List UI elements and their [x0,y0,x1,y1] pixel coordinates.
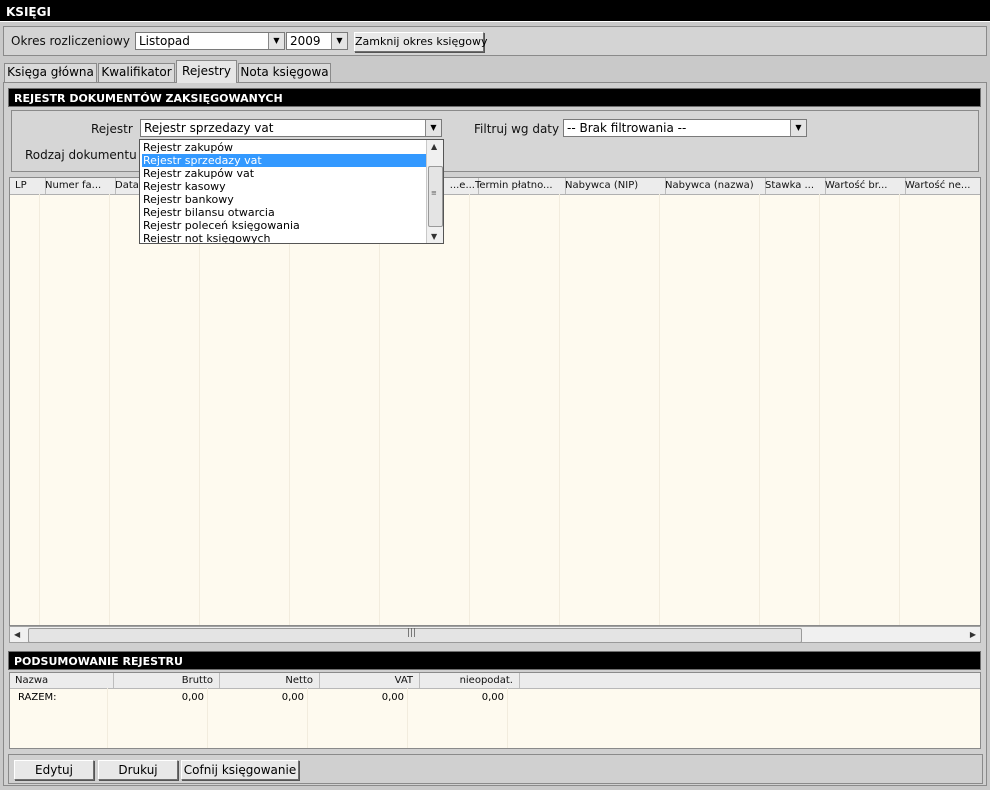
column-divider [289,194,290,625]
tab-nota-ksiegowa[interactable]: Nota księgowa [238,63,331,82]
column-header[interactable]: Numer fa... [40,178,116,194]
column-divider [759,194,760,625]
column-divider [109,194,110,625]
summary-vat: 0,00 [381,692,404,703]
column-divider [39,194,40,625]
arrow-down-icon[interactable]: ▼ [431,232,437,241]
column-header: VAT [308,673,420,688]
arrow-left-icon[interactable]: ◀ [14,630,20,639]
dropdown-option[interactable]: Rejestr poleceń księgowania [142,219,428,232]
tab-kwalifikator[interactable]: Kwalifikator [98,63,175,82]
date-filter-label: Filtruj wg daty [474,122,560,136]
register-select[interactable]: Rejestr sprzedazy vat ▼ [140,119,442,137]
column-header[interactable]: Wartość br... [820,178,906,194]
scroll-grip-icon: ||| [407,628,417,638]
scrollbar-thumb[interactable]: ||| [28,628,802,643]
column-header: nieopodat. [408,673,520,688]
arrow-right-icon[interactable]: ▶ [970,630,976,639]
dropdown-option[interactable]: Rejestr not księgowych [142,232,428,243]
summary-brutto: 0,00 [181,692,204,703]
summary-nieopodat: 0,00 [481,692,504,703]
table-row[interactable]: RAZEM: 0,00 0,00 0,00 0,00 [10,692,510,706]
summary-section-title: PODSUMOWANIE REJESTRU [8,651,981,670]
summary-table[interactable]: Nazwa Brutto Netto VAT nieopodat. RAZEM:… [9,672,981,749]
column-divider [659,194,660,625]
tab-rejestry[interactable]: Rejestry [176,60,237,83]
arrow-up-icon[interactable]: ▲ [431,142,437,151]
edit-button[interactable]: Edytuj [14,760,94,780]
column-divider [819,194,820,625]
register-label: Rejestr [91,122,133,136]
column-divider [899,194,900,625]
month-select[interactable]: Listopad ▼ [135,32,285,50]
register-table[interactable]: LP Numer fa... Data ...e... Termin płatn… [9,177,981,626]
column-header[interactable]: Termin płatno... [470,178,566,194]
register-dropdown-list[interactable]: Rejestr zakupów Rejestr sprzedazy vat Re… [139,139,444,244]
action-bar: Edytuj Drukuj Cofnij księgowanie [8,754,983,784]
dropdown-option[interactable]: Rejestr bankowy [142,193,428,206]
tab-ksiega-glowna[interactable]: Księga główna [4,63,97,82]
summary-table-header: Nazwa Brutto Netto VAT nieopodat. [10,673,980,689]
doc-type-label: Rodzaj dokumentu [25,148,137,162]
dropdown-option[interactable]: Rejestr bilansu otwarcia [142,206,428,219]
close-period-button[interactable]: Zamknij okres księgowy [354,32,487,52]
dropdown-option-selected[interactable]: Rejestr sprzedazy vat [142,154,428,167]
register-horizontal-scrollbar[interactable]: ◀ ||| ▶ [9,626,981,643]
summary-netto: 0,00 [281,692,304,703]
column-divider [199,194,200,625]
column-divider [469,194,470,625]
column-header[interactable]: Wartość ne... [900,178,987,194]
chevron-down-icon[interactable]: ▼ [790,120,806,136]
column-header: Nazwa [10,673,114,688]
chevron-down-icon[interactable]: ▼ [425,120,441,136]
chevron-down-icon[interactable]: ▼ [331,33,347,49]
unpost-button[interactable]: Cofnij księgowanie [181,760,299,780]
month-select-value: Listopad [139,34,190,48]
dropdown-vertical-scrollbar[interactable]: ▲ ≡ ▼ [426,140,443,243]
register-select-value: Rejestr sprzedazy vat [144,121,274,135]
column-divider [559,194,560,625]
app-title: KSIĘGI [0,0,990,22]
period-toolbar: Okres rozliczeniowy Listopad ▼ 2009 ▼ Za… [3,26,987,56]
year-select-value: 2009 [290,34,321,48]
dropdown-option[interactable]: Rejestr zakupów [142,141,428,154]
year-select[interactable]: 2009 ▼ [286,32,348,50]
scroll-grip-icon: ≡ [431,189,437,197]
print-button[interactable]: Drukuj [98,760,178,780]
scrollbar-thumb[interactable]: ≡ [428,166,443,227]
date-filter-value: -- Brak filtrowania -- [567,121,687,135]
date-filter-select[interactable]: -- Brak filtrowania -- ▼ [563,119,807,137]
column-divider [379,194,380,625]
summary-name: RAZEM: [18,692,57,703]
column-header: Brutto [108,673,220,688]
column-header[interactable]: Nabywca (nazwa) [660,178,766,194]
column-header[interactable]: Nabywca (NIP) [560,178,666,194]
dropdown-option[interactable]: Rejestr zakupów vat [142,167,428,180]
period-label: Okres rozliczeniowy [11,34,130,48]
register-section-title: REJESTR DOKUMENTÓW ZAKSIĘGOWANYCH [8,88,981,107]
dropdown-option[interactable]: Rejestr kasowy [142,180,428,193]
chevron-down-icon[interactable]: ▼ [268,33,284,49]
column-header[interactable]: Stawka ... [760,178,826,194]
column-header: Netto [208,673,320,688]
